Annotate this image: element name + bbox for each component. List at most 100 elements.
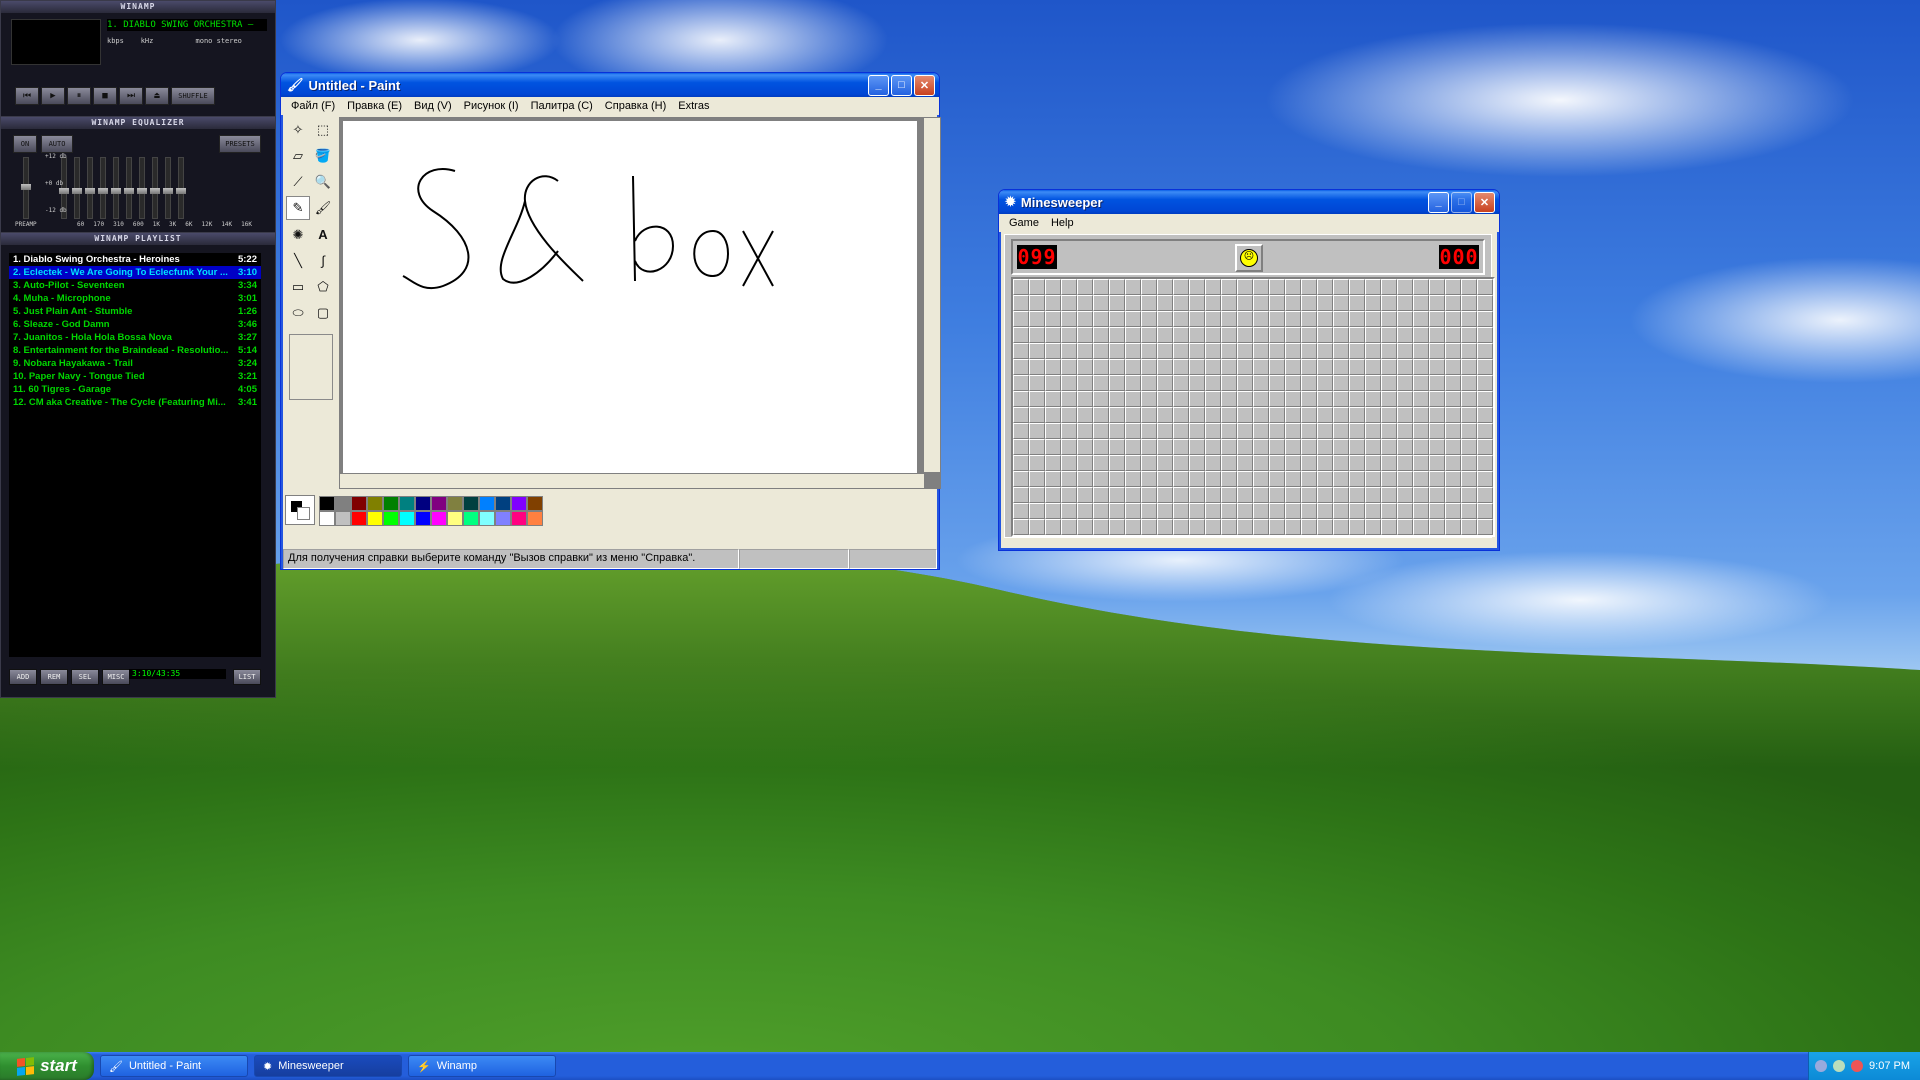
mine-cell[interactable] <box>1029 519 1045 535</box>
mine-cell[interactable] <box>1109 327 1125 343</box>
mine-cell[interactable] <box>1381 407 1397 423</box>
mine-cell[interactable] <box>1461 391 1477 407</box>
color-swatch[interactable] <box>351 510 367 526</box>
mine-cell[interactable] <box>1397 519 1413 535</box>
mine-cell[interactable] <box>1349 487 1365 503</box>
mine-cell[interactable] <box>1445 295 1461 311</box>
mine-cell[interactable] <box>1125 439 1141 455</box>
mine-cell[interactable] <box>1189 343 1205 359</box>
maximize-button[interactable]: □ <box>891 74 912 96</box>
mine-cell[interactable] <box>1077 279 1093 295</box>
mine-cell[interactable] <box>1189 407 1205 423</box>
mine-cell[interactable] <box>1365 439 1381 455</box>
mine-cell[interactable] <box>1349 295 1365 311</box>
mine-cell[interactable] <box>1125 375 1141 391</box>
mine-cell[interactable] <box>1285 487 1301 503</box>
mine-cell[interactable] <box>1189 327 1205 343</box>
mine-cell[interactable] <box>1029 487 1045 503</box>
mine-cell[interactable] <box>1125 343 1141 359</box>
mine-cell[interactable] <box>1093 471 1109 487</box>
playlist-item[interactable]: 10. Paper Navy - Tongue Tied 3:21 <box>9 370 261 383</box>
mine-cell[interactable] <box>1365 503 1381 519</box>
mine-cell[interactable] <box>1061 391 1077 407</box>
playlist-item[interactable]: 8. Entertainment for the Braindead - Res… <box>9 344 261 357</box>
mine-cell[interactable] <box>1317 311 1333 327</box>
mine-cell[interactable] <box>1397 471 1413 487</box>
mine-cell[interactable] <box>1301 439 1317 455</box>
mine-cell[interactable] <box>1237 471 1253 487</box>
close-button[interactable]: ✕ <box>1474 191 1495 213</box>
menu-image[interactable]: Рисунок (I) <box>458 100 525 112</box>
mine-cell[interactable] <box>1461 407 1477 423</box>
mine-cell[interactable] <box>1445 439 1461 455</box>
mine-cell[interactable] <box>1013 391 1029 407</box>
mine-cell[interactable] <box>1285 503 1301 519</box>
mine-cell[interactable] <box>1413 311 1429 327</box>
smiley-button[interactable]: ☹ <box>1235 244 1263 272</box>
mine-cell[interactable] <box>1221 343 1237 359</box>
mine-cell[interactable] <box>1205 439 1221 455</box>
mine-cell[interactable] <box>1413 375 1429 391</box>
playlist-list-button[interactable]: LIST <box>233 669 261 685</box>
mine-cell[interactable] <box>1125 471 1141 487</box>
mine-cell[interactable] <box>1221 487 1237 503</box>
mine-cell[interactable] <box>1141 327 1157 343</box>
mine-cell[interactable] <box>1205 359 1221 375</box>
mine-cell[interactable] <box>1237 455 1253 471</box>
rectangle-icon[interactable]: ▭ <box>286 275 310 299</box>
mine-cell[interactable] <box>1317 439 1333 455</box>
mine-cell[interactable] <box>1029 279 1045 295</box>
mine-cell[interactable] <box>1429 503 1445 519</box>
mine-cell[interactable] <box>1125 455 1141 471</box>
mine-cell[interactable] <box>1093 359 1109 375</box>
mine-cell[interactable] <box>1189 359 1205 375</box>
mine-cell[interactable] <box>1301 311 1317 327</box>
tool-options[interactable] <box>289 334 333 400</box>
mine-cell[interactable] <box>1045 471 1061 487</box>
mine-cell[interactable] <box>1045 503 1061 519</box>
mine-cell[interactable] <box>1365 375 1381 391</box>
mine-cell[interactable] <box>1461 503 1477 519</box>
mine-cell[interactable] <box>1013 375 1029 391</box>
mine-cell[interactable] <box>1269 487 1285 503</box>
playlist-item[interactable]: 6. Sleaze - God Damn 3:46 <box>9 318 261 331</box>
mine-cell[interactable] <box>1477 359 1493 375</box>
mine-cell[interactable] <box>1157 327 1173 343</box>
mine-cell[interactable] <box>1381 503 1397 519</box>
mine-cell[interactable] <box>1429 327 1445 343</box>
mine-cell[interactable] <box>1413 359 1429 375</box>
mine-cell[interactable] <box>1397 439 1413 455</box>
mine-cell[interactable] <box>1397 311 1413 327</box>
winamp-main[interactable]: WINAMP 1. DIABLO SWING ORCHESTRA – kbps … <box>0 0 276 118</box>
playlist-item[interactable]: 3. Auto-Pilot - Seventeen 3:34 <box>9 279 261 292</box>
playlist-item[interactable]: 11. 60 Tigres - Garage 4:05 <box>9 383 261 396</box>
mine-cell[interactable] <box>1141 359 1157 375</box>
mine-cell[interactable] <box>1477 327 1493 343</box>
color-swatch[interactable] <box>463 495 479 511</box>
mine-cell[interactable] <box>1445 327 1461 343</box>
mine-cell[interactable] <box>1269 375 1285 391</box>
mine-cell[interactable] <box>1301 391 1317 407</box>
mine-cell[interactable] <box>1477 343 1493 359</box>
mine-cell[interactable] <box>1077 407 1093 423</box>
mine-cell[interactable] <box>1061 311 1077 327</box>
mine-cell[interactable] <box>1029 455 1045 471</box>
mine-cell[interactable] <box>1301 375 1317 391</box>
color-swatch[interactable] <box>479 495 495 511</box>
mine-cell[interactable] <box>1317 391 1333 407</box>
mine-cell[interactable] <box>1445 343 1461 359</box>
mine-cell[interactable] <box>1045 423 1061 439</box>
mine-cell[interactable] <box>1109 487 1125 503</box>
color-swatch[interactable] <box>383 495 399 511</box>
mine-cell[interactable] <box>1397 279 1413 295</box>
close-button[interactable]: ✕ <box>914 74 935 96</box>
mine-cell[interactable] <box>1253 311 1269 327</box>
mine-cell[interactable] <box>1013 295 1029 311</box>
mine-cell[interactable] <box>1109 423 1125 439</box>
mine-cell[interactable] <box>1157 311 1173 327</box>
mine-cell[interactable] <box>1013 279 1029 295</box>
playlist-list[interactable]: 1. Diablo Swing Orchestra - Heroines 5:22… <box>9 253 261 657</box>
taskbar-item-paint[interactable]: 🖌 Untitled - Paint <box>100 1055 248 1077</box>
polygon-icon[interactable]: ⬠ <box>311 275 335 299</box>
playlist-item[interactable]: 7. Juanitos - Hola Hola Bossa Nova 3:27 <box>9 331 261 344</box>
